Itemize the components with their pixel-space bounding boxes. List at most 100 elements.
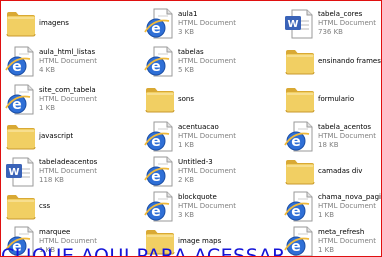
file-item-text: site_com_tabela HTML Document 1 KB: [39, 86, 129, 113]
folder-icon[interactable]: [284, 156, 316, 188]
file-name[interactable]: formulario: [318, 95, 381, 104]
file-size: 1 KB: [318, 211, 335, 219]
file-size: 736 KB: [318, 28, 343, 36]
word-document-icon[interactable]: W: [5, 156, 37, 188]
file-item-text: chama_nova_paginaHTML Document1 KB: [318, 193, 381, 220]
file-name[interactable]: meta_refresh: [318, 228, 381, 237]
file-type: HTML Document: [39, 95, 97, 103]
file-type: HTML Document: [318, 19, 376, 27]
file-name[interactable]: camadas div: [318, 167, 381, 176]
file-name[interactable]: aula_html_listas: [39, 48, 129, 57]
file-item[interactable]: e aula_html_listas HTML Document 4 KB: [3, 46, 127, 82]
file-name[interactable]: acentuacao: [178, 123, 268, 132]
file-type: HTML Document: [178, 167, 236, 175]
ie-document-icon[interactable]: e: [5, 46, 37, 78]
file-name[interactable]: javascript: [39, 132, 129, 141]
file-name[interactable]: blockquote: [178, 193, 268, 202]
ie-document-icon[interactable]: e: [284, 121, 316, 153]
ie-document-icon[interactable]: e: [144, 191, 176, 223]
file-item[interactable]: imagens: [3, 8, 127, 44]
ie-document-icon[interactable]: e: [144, 8, 176, 40]
file-type: HTML Document: [178, 57, 236, 65]
file-name[interactable]: imagens: [39, 19, 129, 28]
file-item-text: Untitled-3 HTML Document 2 KB: [178, 158, 268, 185]
file-item-text: tabeladeacentos HTML Document 118 KB: [39, 158, 129, 185]
file-item[interactable]: e acentuacao HTML Document 1 KB: [142, 121, 266, 157]
file-item-text: aula_html_listas HTML Document 4 KB: [39, 48, 129, 75]
folder-icon[interactable]: [284, 46, 316, 78]
word-document-icon[interactable]: W: [284, 8, 316, 40]
ie-document-icon[interactable]: e: [144, 121, 176, 153]
file-name[interactable]: marquee: [39, 228, 129, 237]
file-type: HTML Document: [178, 132, 236, 140]
file-item[interactable]: W tabeladeacentos HTML Document 118 KB: [3, 156, 127, 192]
folder-icon[interactable]: [144, 84, 176, 116]
file-name[interactable]: site_com_tabela: [39, 86, 129, 95]
file-item-text: aula1 HTML Document 3 KB: [178, 10, 268, 37]
folder-icon[interactable]: [5, 121, 37, 153]
file-item[interactable]: e tabelas HTML Document 5 KB: [142, 46, 266, 82]
file-name[interactable]: aula1: [178, 10, 268, 19]
file-type: HTML Document: [318, 132, 376, 140]
file-item-text: css: [39, 202, 129, 211]
file-size: 118 KB: [39, 176, 64, 184]
file-name[interactable]: sons: [178, 95, 268, 104]
file-item[interactable]: e tabela_acentos HTML Document 18 KB: [282, 121, 381, 157]
file-size: 1 KB: [178, 141, 195, 149]
file-type: HTML Document: [178, 202, 236, 210]
file-item[interactable]: ensinando frames: [282, 46, 381, 82]
file-item[interactable]: e site_com_tabela HTML Document 1 KB: [3, 84, 127, 120]
file-item[interactable]: e aula1 HTML Document 3 KB: [142, 8, 266, 44]
file-item[interactable]: javascript: [3, 121, 127, 157]
file-type: HTML Document: [39, 57, 97, 65]
file-item-text: acentuacao HTML Document 1 KB: [178, 123, 268, 150]
file-item-text: tabela_cores HTML Document 736 KB: [318, 10, 381, 37]
file-size: 18 KB: [318, 141, 339, 149]
file-item[interactable]: e Untitled-3 HTML Document 2 KB: [142, 156, 266, 192]
file-item[interactable]: sons: [142, 84, 266, 120]
ie-document-icon[interactable]: e: [144, 46, 176, 78]
file-item-text: formulario: [318, 95, 381, 104]
file-item-text: blockquote HTML Document 3 KB: [178, 193, 268, 220]
file-item[interactable]: e blockquote HTML Document 3 KB: [142, 191, 266, 227]
folder-icon[interactable]: [5, 191, 37, 223]
svg-text:W: W: [287, 19, 298, 30]
file-name[interactable]: tabelas: [178, 48, 268, 57]
folder-icon[interactable]: [5, 8, 37, 40]
file-size: 3 KB: [178, 211, 195, 219]
file-item-text: ensinando frames: [318, 57, 381, 66]
click-here-banner[interactable]: CLIQUE AQUI PARA ACESSAR: [1, 244, 381, 256]
file-name[interactable]: chama_nova_pagina: [318, 193, 381, 202]
file-name[interactable]: ensinando frames: [318, 57, 381, 66]
file-item[interactable]: e chama_nova_paginaHTML Document1 KB: [282, 191, 381, 227]
file-item[interactable]: camadas div: [282, 156, 381, 192]
file-name[interactable]: tabela_acentos: [318, 123, 381, 132]
file-size: 4 KB: [39, 66, 56, 74]
svg-text:W: W: [8, 167, 19, 178]
file-browser-frame: imagens e aula1 HTML Document 3 KB W tabel…: [0, 0, 382, 257]
file-type: HTML Document: [178, 19, 236, 27]
file-item-text: sons: [178, 95, 268, 104]
file-item-text: tabela_acentos HTML Document 18 KB: [318, 123, 381, 150]
file-name[interactable]: tabeladeacentos: [39, 158, 129, 167]
file-name[interactable]: css: [39, 202, 129, 211]
ie-document-icon[interactable]: e: [284, 191, 316, 223]
file-size: 1 KB: [39, 104, 56, 112]
file-size: 5 KB: [178, 66, 195, 74]
file-type: HTML Document: [318, 202, 376, 210]
file-item-text: tabelas HTML Document 5 KB: [178, 48, 268, 75]
file-item-text: imagens: [39, 19, 129, 28]
file-item[interactable]: css: [3, 191, 127, 227]
file-item[interactable]: formulario: [282, 84, 381, 120]
ie-document-icon[interactable]: e: [144, 156, 176, 188]
file-size: 3 KB: [178, 28, 195, 36]
file-type: HTML Document: [39, 167, 97, 175]
file-item-text: javascript: [39, 132, 129, 141]
file-name[interactable]: Untitled-3: [178, 158, 268, 167]
file-size: 2 KB: [178, 176, 195, 184]
ie-document-icon[interactable]: e: [5, 84, 37, 116]
folder-icon[interactable]: [284, 84, 316, 116]
file-item-text: camadas div: [318, 167, 381, 176]
file-name[interactable]: tabela_cores: [318, 10, 381, 19]
file-item[interactable]: W tabela_cores HTML Document 736 KB: [282, 8, 381, 44]
